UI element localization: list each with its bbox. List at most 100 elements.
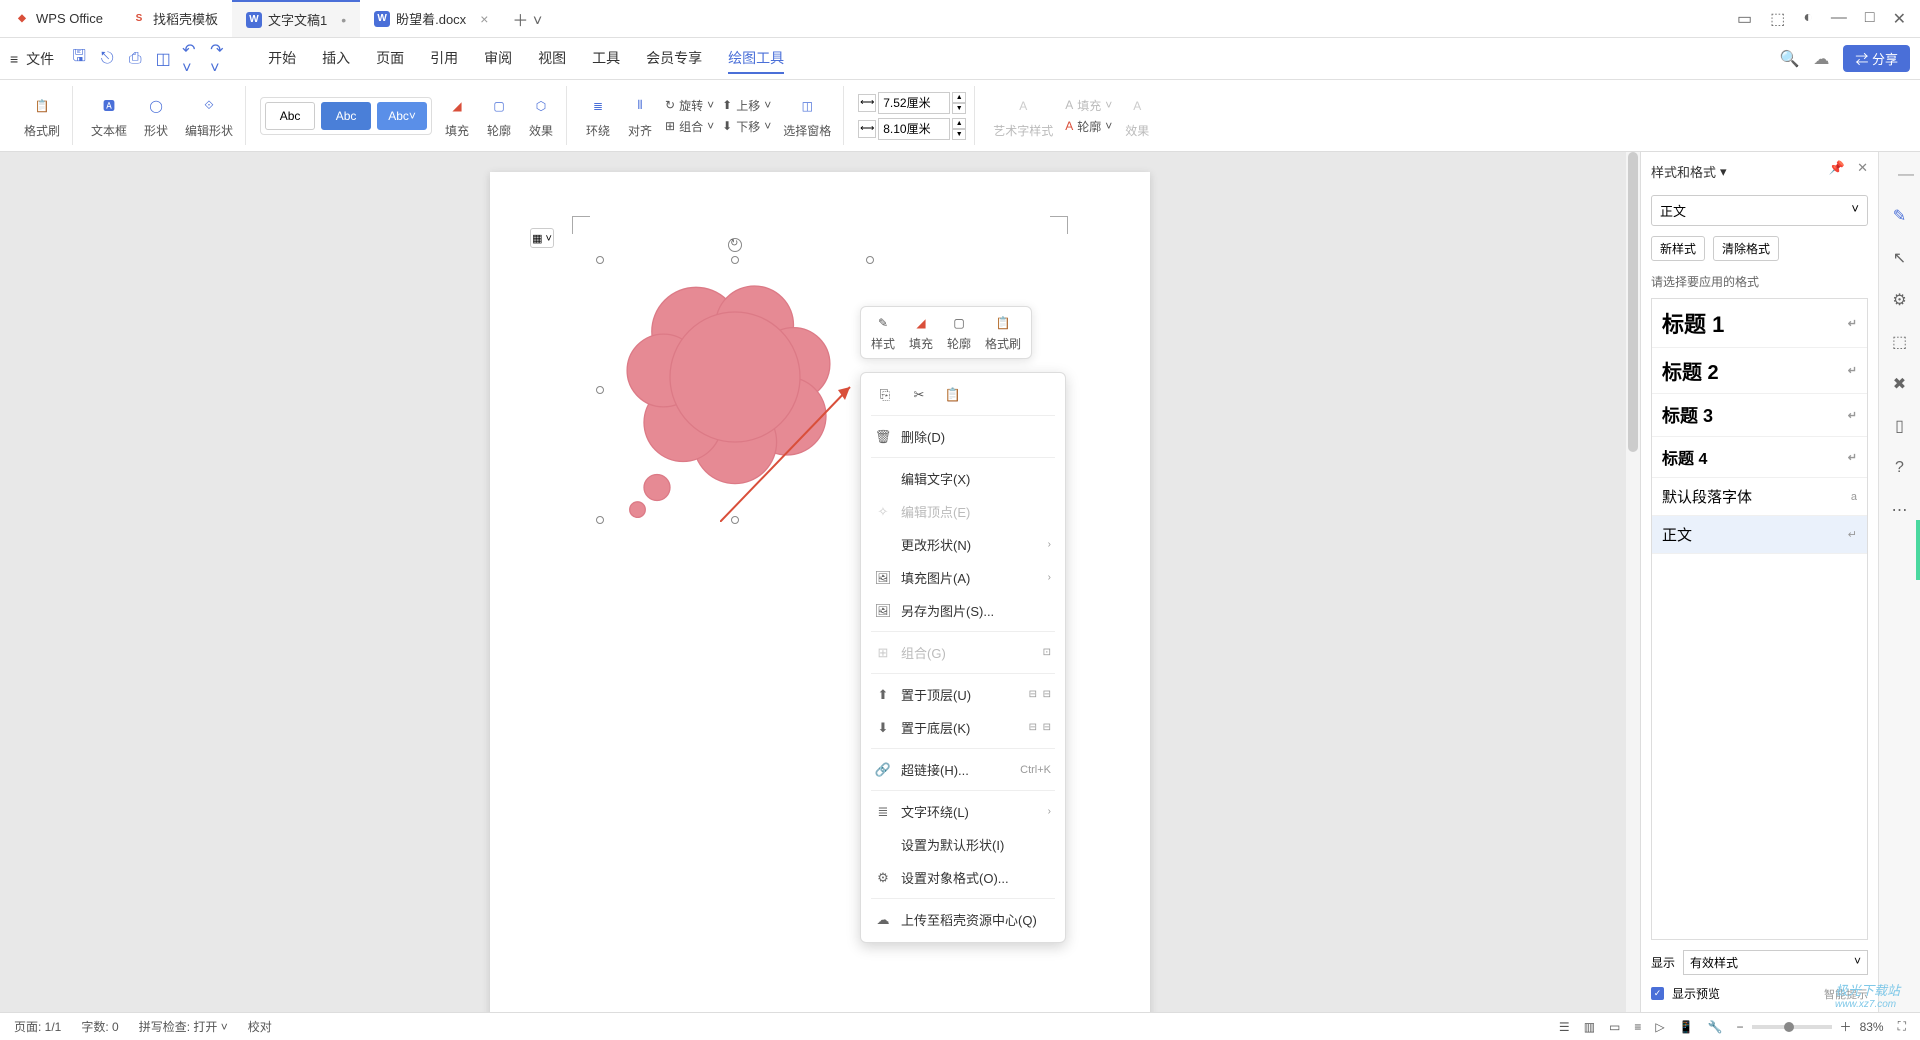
tab-tools[interactable]: 工具 [592, 44, 620, 74]
mini-format-painter-button[interactable]: 📋 格式刷 [985, 313, 1021, 352]
style-heading2[interactable]: 标题 2↵ [1652, 348, 1867, 394]
ctx-send-back[interactable]: ⬇置于底层(K)⊟ ⊟ [861, 711, 1065, 744]
cube-icon[interactable]: ⬚ [1770, 9, 1785, 29]
tab-start[interactable]: 开始 [268, 44, 296, 74]
tools-icon[interactable]: ✖ [1890, 374, 1910, 394]
cursor-icon[interactable]: ↖ [1890, 248, 1910, 268]
print-icon[interactable]: ⎙ [126, 50, 144, 68]
ctx-set-default[interactable]: 设置为默认形状(I) [861, 828, 1065, 861]
play-icon[interactable]: ▷ [1655, 1020, 1664, 1034]
scrollbar-thumb[interactable] [1628, 152, 1638, 452]
proof-status[interactable]: 校对 [248, 1018, 272, 1035]
wrap-button[interactable]: ≣ 环绕 [581, 91, 615, 141]
tab-view[interactable]: 视图 [538, 44, 566, 74]
width-input[interactable] [878, 92, 950, 114]
tab-reference[interactable]: 引用 [430, 44, 458, 74]
style-preset-3[interactable]: Abc ˅ [377, 102, 427, 130]
doc-tab-active[interactable]: W 文字文稿1 • [232, 0, 360, 37]
cube-rail-icon[interactable]: ⬚ [1890, 332, 1910, 352]
maximize-icon[interactable]: □ [1865, 9, 1875, 29]
fill-button[interactable]: ◢ 填充 [440, 91, 474, 141]
pin-icon[interactable]: 📌 [1829, 160, 1845, 176]
ctx-save-picture[interactable]: 🖼另存为图片(S)... [861, 594, 1065, 627]
selected-shape[interactable] [600, 260, 870, 520]
close-panel-icon[interactable]: ✕ [1857, 160, 1868, 176]
zoom-slider-thumb[interactable] [1784, 1022, 1794, 1032]
view-mode-3-icon[interactable]: ▭ [1609, 1020, 1620, 1034]
format-painter-button[interactable]: 📋 格式刷 [20, 91, 64, 141]
doc-tab-2[interactable]: W 盼望着.docx × [360, 0, 502, 37]
text-box-button[interactable]: 🅰 文本框 [87, 91, 131, 141]
book-icon[interactable]: ▯ [1890, 416, 1910, 436]
redo-icon[interactable]: ↷ ˅ [210, 50, 228, 68]
style-heading4[interactable]: 标题 4↵ [1652, 437, 1867, 478]
height-spinner[interactable]: ⟷ ▲▼ [858, 118, 966, 140]
edit-shape-button[interactable]: ⟐ 编辑形状 [181, 91, 237, 141]
more-icon[interactable]: ⋯ [1890, 500, 1910, 520]
phone-icon[interactable]: 📱 [1679, 1020, 1694, 1034]
link-icon[interactable]: ⎋ [98, 50, 116, 68]
tip-icon[interactable]: 智能提示 [1824, 986, 1868, 1002]
style-heading1[interactable]: 标题 1↵ [1652, 299, 1867, 348]
close-icon[interactable]: × [480, 11, 488, 27]
selection-pane-button[interactable]: ◫ 选择窗格 [779, 91, 835, 141]
rotate-handle[interactable] [728, 238, 742, 252]
style-preset-1[interactable]: Abc [265, 102, 315, 130]
notebook-icon[interactable]: ▭ [1737, 9, 1752, 29]
copy-icon[interactable]: ⎘ [875, 385, 895, 405]
outline-button[interactable]: ▢ 轮廓 [482, 91, 516, 141]
document-canvas[interactable]: ▦ ˅ [0, 152, 1640, 1012]
cloud-callout-shape[interactable] [600, 260, 870, 520]
style-heading3[interactable]: 标题 3↵ [1652, 394, 1867, 437]
new-tab-button[interactable]: ＋ ˅ [502, 7, 552, 31]
text-fill-button[interactable]: A填充 ˅ [1065, 97, 1112, 114]
rotate-button[interactable]: ↻旋转 ˅ [665, 97, 714, 114]
page-options-button[interactable]: ▦ ˅ [530, 228, 554, 248]
ctx-change-shape[interactable]: 更改形状(N)› [861, 528, 1065, 561]
ctx-delete[interactable]: 🗑删除(D) [861, 420, 1065, 453]
view-mode-1-icon[interactable]: ☰ [1559, 1020, 1570, 1034]
move-up-button[interactable]: ⬆上移 ˅ [722, 97, 771, 114]
doc-tab-template[interactable]: S 找稻壳模板 [117, 0, 232, 37]
settings-icon[interactable]: ⚙ [1890, 290, 1910, 310]
tab-insert[interactable]: 插入 [322, 44, 350, 74]
ctx-bring-front[interactable]: ⬆置于顶层(U)⊟ ⊟ [861, 678, 1065, 711]
resize-handle-sw[interactable] [596, 516, 604, 524]
zoom-slider[interactable] [1752, 1025, 1832, 1029]
align-button[interactable]: ⫴ 对齐 [623, 91, 657, 141]
user-avatar-icon[interactable]: ◐ [1803, 9, 1813, 29]
cloud-icon[interactable]: ☁ [1813, 49, 1829, 69]
mini-fill-button[interactable]: ◢ 填充 [909, 313, 933, 352]
preview-checkbox-row[interactable]: ✓ 显示预览 智能提示 [1651, 985, 1868, 1002]
effect-button[interactable]: ⬡ 效果 [524, 91, 558, 141]
group-button[interactable]: ⊞组合 ˅ [665, 118, 714, 135]
tab-drawing[interactable]: 绘图工具 [728, 44, 784, 74]
ctx-hyperlink[interactable]: 🔗超链接(H)...Ctrl+K [861, 753, 1065, 786]
word-count[interactable]: 字数: 0 [81, 1018, 118, 1035]
height-input[interactable] [878, 118, 950, 140]
down-arrow-icon[interactable]: ▼ [952, 103, 966, 114]
zoom-in-icon[interactable]: ＋ [1840, 1018, 1852, 1035]
checkbox-checked-icon[interactable]: ✓ [1651, 987, 1664, 1000]
move-down-button[interactable]: ⬇下移 ˅ [722, 118, 771, 135]
fit-icon[interactable]: ⛶ [1898, 1019, 1906, 1034]
resize-handle-n[interactable] [731, 256, 739, 264]
minimize-icon[interactable]: — [1831, 9, 1847, 29]
style-preset-2[interactable]: Abc [321, 102, 371, 130]
ctx-fill-picture[interactable]: 🖼填充图片(A)› [861, 561, 1065, 594]
resize-handle-w[interactable] [596, 386, 604, 394]
mini-outline-button[interactable]: ▢ 轮廓 [947, 313, 971, 352]
shape-button[interactable]: ◯ 形状 [139, 91, 173, 141]
view-mode-4-icon[interactable]: ≡ [1634, 1020, 1641, 1034]
cut-icon[interactable]: ✂ [909, 385, 929, 405]
zoom-value[interactable]: 83% [1860, 1020, 1884, 1034]
resize-handle-s[interactable] [731, 516, 739, 524]
display-filter-select[interactable]: 有效样式˅ [1683, 950, 1868, 975]
clear-format-button[interactable]: 清除格式 [1713, 236, 1779, 261]
ctx-upload[interactable]: ☁上传至稻壳资源中心(Q) [861, 903, 1065, 936]
search-icon[interactable]: 🔍 [1779, 49, 1799, 69]
ctx-format-object[interactable]: ⚙设置对象格式(O)... [861, 861, 1065, 894]
tab-member[interactable]: 会员专享 [646, 44, 702, 74]
vertical-scrollbar[interactable] [1626, 152, 1640, 1012]
save-icon[interactable]: 🖫 [70, 50, 88, 68]
